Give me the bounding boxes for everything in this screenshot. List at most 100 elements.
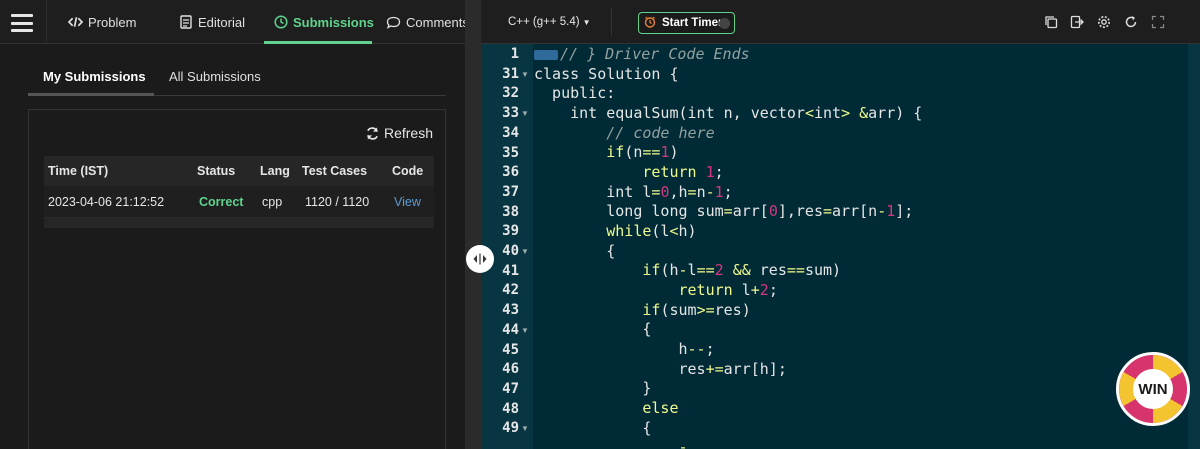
code-line-1: // } Driver Code Ends — [534, 45, 750, 63]
fold-toggle-icon[interactable]: ▼ — [521, 109, 529, 118]
code-line-38: long long sum=arr[0],res=arr[n-1]; — [534, 202, 914, 220]
clock-icon — [273, 15, 288, 30]
line-number: 38 — [502, 203, 519, 220]
resize-handle-icon[interactable] — [466, 245, 494, 273]
tab-submissions[interactable]: Submissions — [273, 0, 374, 44]
win-badge-button[interactable]: WIN — [1116, 352, 1190, 426]
code-line-31: class Solution { — [534, 65, 679, 83]
code-line-37: int l=0,h=n-1; — [534, 183, 733, 201]
copy-icon[interactable] — [1044, 15, 1058, 29]
line-number: 31 — [502, 65, 519, 82]
code-line-44: { — [534, 320, 652, 338]
code-line-39: while(l<h) — [606, 222, 697, 240]
tab-editorial-label: Editorial — [198, 14, 245, 30]
table-row: 2023-04-06 21:12:52 Correct cpp 1120 / 1… — [44, 186, 434, 218]
cell-lang: cpp — [262, 194, 283, 209]
table-header: Time (IST) Status Lang Test Cases Code — [44, 156, 434, 186]
comment-icon — [386, 15, 401, 30]
tab-comments-label: Comments — [406, 14, 469, 30]
cell-status: Correct — [199, 194, 244, 209]
code-line-46: res+=arr[h]; — [534, 360, 787, 378]
submissions-panel: Refresh Time (IST) Status Lang Test Case… — [28, 109, 446, 449]
header-lang: Lang — [260, 164, 290, 178]
header-code: Code — [392, 164, 424, 178]
code-line-34: // code here — [606, 124, 715, 142]
language-select[interactable]: C++ (g++ 5.4) ▼ — [508, 16, 591, 28]
nav-divider — [46, 0, 47, 44]
timer-toggle-icon — [719, 18, 730, 29]
fold-toggle-icon[interactable]: ▼ — [521, 424, 529, 433]
start-timer-button[interactable]: Start Timer — [638, 12, 735, 34]
code-line-50: - — [678, 438, 688, 449]
chevron-down-icon: ▼ — [582, 18, 591, 27]
header-time: Time (IST) — [48, 164, 109, 178]
panel-divider[interactable] — [465, 0, 481, 449]
code-line-47: } — [534, 379, 652, 397]
export-icon[interactable] — [1070, 15, 1084, 29]
line-number: 36 — [502, 164, 519, 181]
line-number: 32 — [502, 85, 519, 102]
toolbar-divider — [611, 8, 612, 36]
line-number: 42 — [502, 282, 519, 299]
view-code-link[interactable]: View — [394, 195, 421, 209]
code-line-45: h--; — [534, 340, 715, 358]
line-number: 39 — [502, 223, 519, 240]
subtab-my-submissions[interactable]: My Submissions — [43, 69, 146, 84]
line-number: 34 — [502, 124, 519, 141]
left-panel: Problem Editorial Submissions Comments M… — [0, 0, 476, 449]
cell-test-cases: 1120 / 1120 — [305, 194, 370, 209]
header-test-cases: Test Cases — [302, 164, 368, 178]
fullscreen-icon[interactable] — [1151, 15, 1165, 29]
line-number: 35 — [502, 144, 519, 161]
top-navigation: Problem Editorial Submissions Comments — [0, 0, 476, 44]
settings-icon[interactable] — [1097, 15, 1111, 29]
collapsed-fold-icon[interactable] — [534, 49, 558, 60]
code-line-43: if(sum>=res) — [642, 301, 751, 319]
submissions-table: Time (IST) Status Lang Test Cases Code 2… — [44, 156, 434, 228]
code-line-49: { — [534, 419, 652, 437]
editor-toolbar: C++ (g++ 5.4) ▼ Start Timer — [481, 0, 1200, 44]
code-line-35: if(n==1) — [606, 143, 679, 161]
code-line-36: return 1; — [642, 163, 724, 181]
code-line-32: public: — [534, 84, 616, 102]
code-icon — [68, 15, 83, 30]
code-line-48: else — [642, 399, 679, 417]
line-number: 1 — [510, 46, 519, 62]
start-timer-label: Start Timer — [662, 17, 723, 29]
document-icon — [178, 15, 193, 30]
refresh-button[interactable]: Refresh — [365, 125, 433, 141]
refresh-label: Refresh — [383, 125, 433, 141]
line-number: 43 — [502, 302, 519, 319]
alarm-clock-icon — [644, 16, 656, 31]
code-line-40: { — [534, 242, 616, 260]
line-number: 48 — [502, 400, 519, 417]
cell-time: 2023-04-06 21:12:52 — [48, 194, 165, 209]
fold-toggle-icon[interactable]: ▼ — [521, 326, 529, 335]
tab-problem-label: Problem — [88, 14, 137, 30]
tab-editorial[interactable]: Editorial — [178, 0, 245, 44]
tab-comments[interactable]: Comments — [386, 0, 469, 44]
win-label: WIN — [1133, 369, 1173, 409]
header-status: Status — [197, 164, 236, 178]
fold-toggle-icon[interactable]: ▼ — [521, 70, 529, 79]
fold-toggle-icon[interactable]: ▼ — [521, 247, 529, 256]
line-number: 33 — [502, 105, 519, 122]
code-editor[interactable]: 1 31 ▼ 32 33 ▼ 34 35 36 37 38 39 40 ▼ 41 42 43 44 ▼ 45 46 47 4… — [481, 44, 1200, 449]
language-label: C++ (g++ 5.4) — [508, 16, 580, 28]
line-number: 49 — [502, 420, 519, 437]
code-line-33: int equalSum(int n, vector<int> &arr) { — [534, 104, 923, 122]
hamburger-menu-icon[interactable] — [11, 14, 33, 32]
line-number: 46 — [502, 361, 519, 378]
subtab-all-submissions[interactable]: All Submissions — [169, 69, 261, 84]
table-footer — [44, 218, 434, 228]
line-number: 44 — [502, 321, 519, 338]
reset-icon[interactable] — [1124, 15, 1138, 29]
active-tab-indicator — [264, 41, 372, 44]
line-number: 45 — [502, 341, 519, 358]
tab-problem[interactable]: Problem — [68, 0, 136, 44]
code-line-41: if(h-l==2 && res==sum) — [642, 261, 842, 279]
tab-submissions-label: Submissions — [293, 14, 374, 30]
submission-subtabs: My Submissions All Submissions — [28, 58, 446, 96]
refresh-icon — [366, 126, 378, 140]
line-number: 37 — [502, 183, 519, 200]
